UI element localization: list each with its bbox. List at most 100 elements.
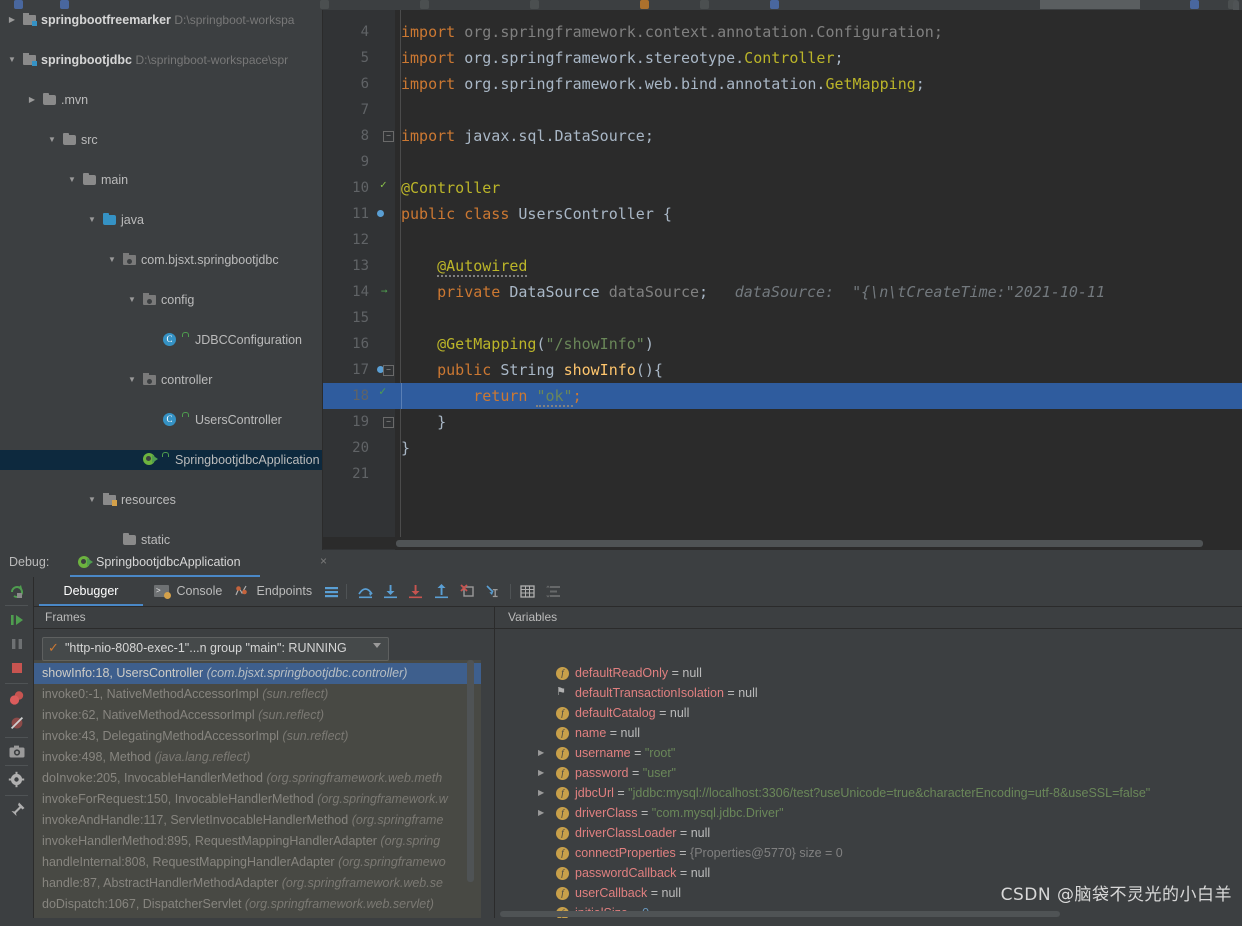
debug-session-tab[interactable]: SpringbootjdbcApplication × <box>70 550 327 577</box>
tree-expand-arrow[interactable]: ▶ <box>26 90 38 110</box>
code-line-21[interactable]: 21 <box>323 461 1242 487</box>
screenshot-icon[interactable] <box>8 743 26 761</box>
expand-arrow-icon[interactable]: ▶ <box>538 803 544 823</box>
evaluate-expression-icon[interactable] <box>484 583 501 600</box>
tree-expand-arrow[interactable]: ▼ <box>106 250 118 270</box>
code-line-14[interactable]: 14 ➞ private DataSource dataSource; dataSo… <box>323 279 1242 305</box>
tree-item-com-bjsxt-springbootjdbc[interactable]: ▼ com.bjsxt.springbootjdbc <box>0 250 322 270</box>
code-line-13[interactable]: 13 @Autowired <box>323 253 1242 279</box>
expand-arrow-icon[interactable]: ▶ <box>538 743 544 763</box>
close-session-icon[interactable]: × <box>320 554 327 568</box>
code-line-18[interactable]: 18 ✓ return "ok"; <box>323 383 1242 409</box>
toolbar-icon[interactable] <box>1190 0 1199 9</box>
frames-pane[interactable]: ✓ "http-nio-8080-exec-1"...n group "main… <box>34 635 481 926</box>
code-line-6[interactable]: 6 import org.springframework.web.bind.ann… <box>323 71 1242 97</box>
stop-icon[interactable] <box>8 659 26 677</box>
frame-item[interactable]: doDispatch:1067, DispatcherServlet (org.… <box>42 894 481 915</box>
pin-tab-icon[interactable] <box>8 801 26 819</box>
tree-item-springbootfreemarker[interactable]: ▶ springbootfreemarker D:\springboot-work… <box>0 10 322 30</box>
code-line-17[interactable]: 17 − public String showInfo(){ <box>323 357 1242 383</box>
sort-values-icon[interactable] <box>545 583 562 600</box>
code-line-4[interactable]: 4 import org.springframework.context.anno… <box>323 19 1242 45</box>
frame-item[interactable]: invoke:62, NativeMethodAccessorImpl (sun… <box>42 705 481 726</box>
editor-horizontal-scrollbar[interactable] <box>323 537 1242 549</box>
spring-bean-icon[interactable] <box>373 206 388 221</box>
tree-expand-arrow[interactable]: ▶ <box>6 10 18 30</box>
code-line-5[interactable]: 5 import org.springframework.stereotype.C… <box>323 45 1242 71</box>
toolbar-icon[interactable] <box>700 0 709 9</box>
expand-arrow-icon[interactable]: ▶ <box>538 783 544 803</box>
tree-item-resources[interactable]: ▼ resources <box>0 490 322 510</box>
frame-item[interactable]: handle:87, AbstractHandlerMethodAdapter … <box>42 873 481 894</box>
tree-item-mvn[interactable]: ▶ .mvn <box>0 90 322 110</box>
code-line-9[interactable]: 9 <box>323 149 1242 175</box>
tree-item-controller[interactable]: ▼ controller <box>0 370 322 390</box>
step-over-icon[interactable] <box>357 583 374 600</box>
tree-expand-arrow[interactable]: ▼ <box>46 130 58 150</box>
tree-item-config[interactable]: ▼ config <box>0 290 322 310</box>
toolbar-icon[interactable] <box>60 0 69 9</box>
step-out-icon[interactable] <box>433 583 450 600</box>
frame-item[interactable]: invoke:498, Method (java.lang.reflect) <box>42 747 481 768</box>
code-line-15[interactable]: 15 <box>323 305 1242 331</box>
code-line-11[interactable]: 11 public class UsersController { <box>323 201 1242 227</box>
frame-item[interactable]: invokeHandlerMethod:895, RequestMappingH… <box>42 831 481 852</box>
step-into-icon[interactable] <box>382 583 399 600</box>
code-editor[interactable]: 4 import org.springframework.context.anno… <box>323 10 1242 550</box>
frame-item[interactable]: invoke0:-1, NativeMethodAccessorImpl (su… <box>42 684 481 705</box>
frame-item[interactable]: invoke:43, DelegatingMethodAccessorImpl … <box>42 726 481 747</box>
variables-table-icon[interactable] <box>519 583 536 600</box>
resume-program-icon[interactable] <box>8 611 26 629</box>
rerun-icon[interactable] <box>8 583 26 601</box>
pause-program-icon[interactable] <box>8 635 26 653</box>
tree-expand-arrow[interactable]: ▼ <box>126 290 138 310</box>
tree-expand-arrow[interactable]: ▼ <box>86 210 98 230</box>
variables-horizontal-scrollbar[interactable] <box>500 910 1242 918</box>
frame-item[interactable]: invokeAndHandle:117, ServletInvocableHan… <box>42 810 481 831</box>
frame-item[interactable]: invokeForRequest:150, InvocableHandlerMe… <box>42 789 481 810</box>
code-line-16[interactable]: 16 @GetMapping("/showInfo") <box>323 331 1242 357</box>
run-to-cursor-icon[interactable] <box>459 583 476 600</box>
tab-console[interactable]: > Console <box>154 577 222 606</box>
toolbar-widget[interactable] <box>1040 0 1140 9</box>
code-line-8[interactable]: 8 − import javax.sql.DataSource; <box>323 123 1242 149</box>
fold-marker[interactable]: − <box>383 131 394 142</box>
code-line-10[interactable]: 10 ✓ @Controller <box>323 175 1242 201</box>
tree-item-userscontroller[interactable]: C UsersController <box>0 410 322 430</box>
tree-item-main[interactable]: ▼ main <box>0 170 322 190</box>
settings-icon[interactable] <box>8 771 26 789</box>
tree-item-java[interactable]: ▼ java <box>0 210 322 230</box>
toolbar-icon[interactable] <box>640 0 649 9</box>
code-line-7[interactable]: 7 <box>323 97 1242 123</box>
toolbar-icon[interactable] <box>530 0 539 9</box>
editor-hscrollbar-thumb[interactable] <box>396 540 1203 547</box>
project-tree[interactable]: ▶ springbootfreemarker D:\springboot-work… <box>0 10 322 550</box>
frame-item[interactable]: showInfo:18, UsersController (com.bjsxt.… <box>34 663 481 684</box>
code-line-12[interactable]: 12 <box>323 227 1242 253</box>
code-line-20[interactable]: 20} <box>323 435 1242 461</box>
spring-autowire-icon[interactable]: ➞ <box>373 284 388 299</box>
toolbar-icon[interactable] <box>420 0 429 9</box>
fold-marker[interactable]: − <box>383 417 394 428</box>
code-line-19[interactable]: 19 − } <box>323 409 1242 435</box>
frame-item[interactable]: handleInternal:808, RequestMappingHandle… <box>42 852 481 873</box>
toolbar-icon[interactable] <box>770 0 779 9</box>
thread-selector[interactable]: ✓ "http-nio-8080-exec-1"...n group "main… <box>42 637 389 661</box>
fold-marker[interactable]: − <box>383 365 394 376</box>
spring-bean-check-icon[interactable]: ✓ <box>373 179 388 195</box>
toolbar-icon[interactable] <box>320 0 329 9</box>
tree-expand-arrow[interactable]: ▼ <box>6 50 18 70</box>
tree-expand-arrow[interactable]: ▼ <box>86 490 98 510</box>
tab-endpoints[interactable]: Endpoints <box>234 577 312 606</box>
tree-item-jdbcconfiguration[interactable]: C JDBCConfiguration <box>0 330 322 350</box>
variables-hscrollbar-thumb[interactable] <box>500 911 1060 917</box>
breakpoint-icon[interactable]: ✓ <box>373 385 388 403</box>
tree-item-springbootjdbc[interactable]: ▼ springbootjdbc D:\springboot-workspace\… <box>0 50 322 70</box>
view-breakpoints-icon[interactable] <box>8 689 26 707</box>
chevron-down-icon[interactable] <box>373 643 381 648</box>
tree-expand-arrow[interactable]: ▼ <box>126 370 138 390</box>
frames-scrollbar-thumb[interactable] <box>467 660 474 882</box>
debug-tab-row[interactable]: Debugger > Console Endpoints <box>34 577 1242 606</box>
tab-debugger[interactable]: Debugger <box>39 577 143 606</box>
tree-expand-arrow[interactable]: ▼ <box>66 170 78 190</box>
